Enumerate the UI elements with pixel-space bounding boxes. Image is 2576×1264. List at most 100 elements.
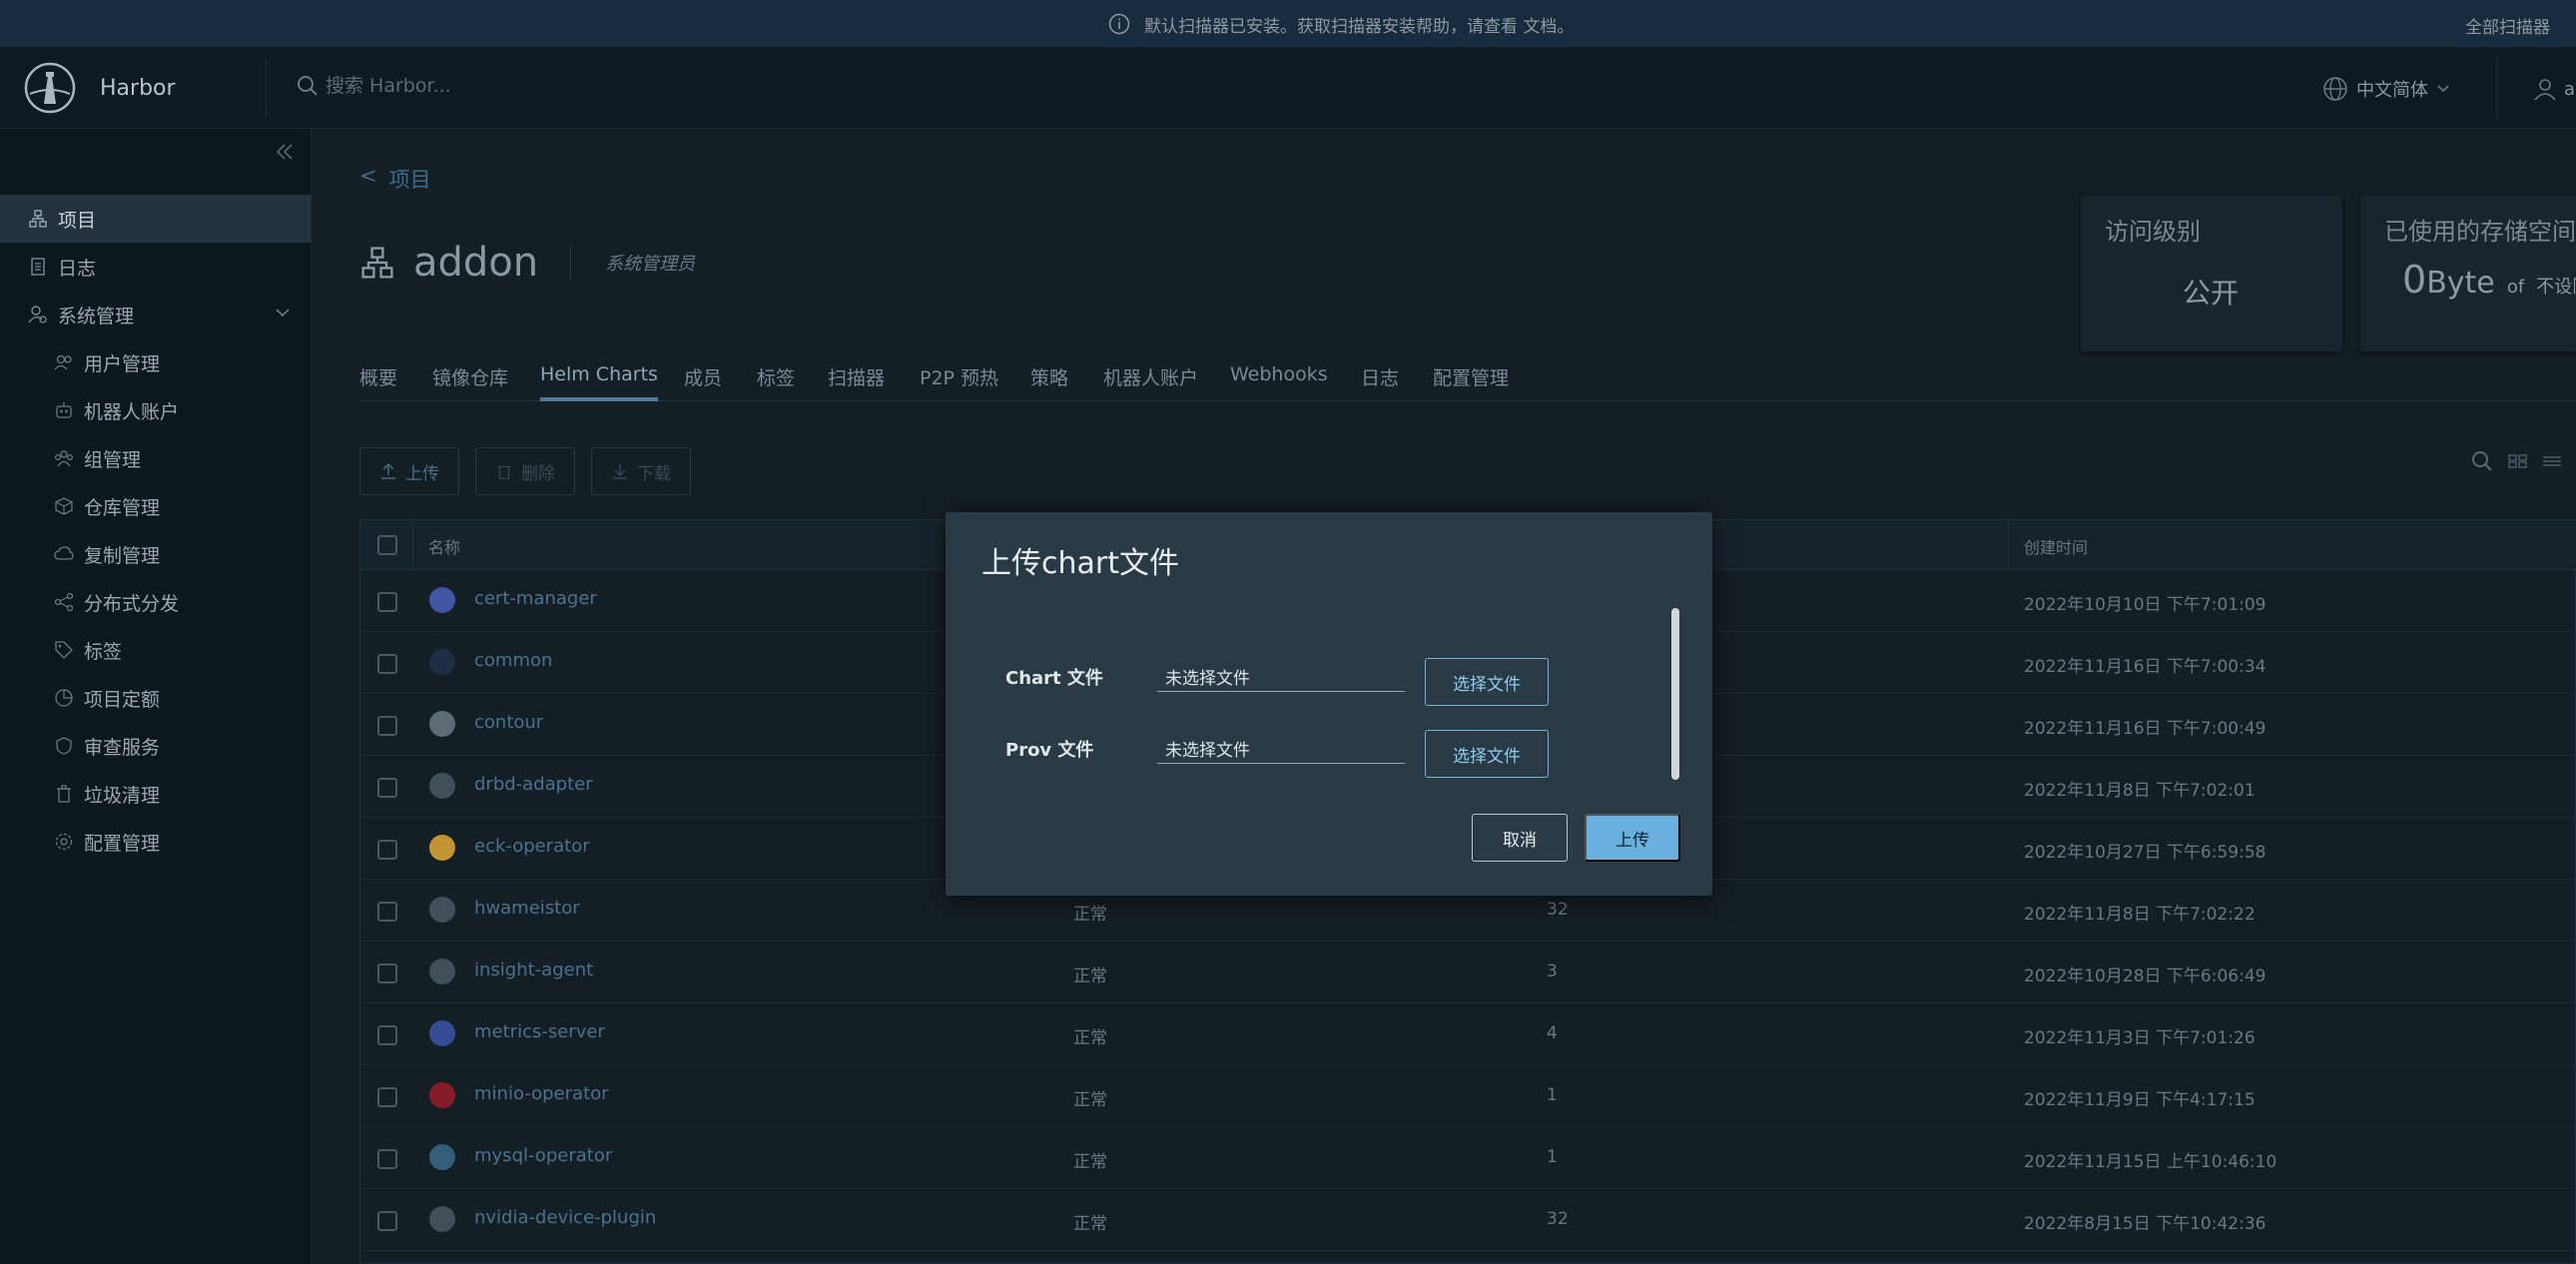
chart-file-field[interactable]: 未选择文件 [1157, 658, 1405, 692]
chart-name[interactable]: metrics-server [474, 1021, 605, 1042]
sidebar-item-label: 分布式分发 [84, 592, 180, 615]
row-checkbox[interactable] [377, 716, 397, 736]
select-all-checkbox[interactable] [377, 535, 397, 555]
list-view-icon[interactable] [2542, 453, 2562, 469]
global-search[interactable] [296, 74, 825, 98]
sidebar-item-gc[interactable]: 垃圾清理 [0, 770, 311, 818]
chart-icon [426, 1017, 458, 1049]
chart-name[interactable]: contour [474, 712, 543, 733]
sidebar-item-groups[interactable]: 组管理 [0, 434, 311, 482]
chart-name[interactable]: cert-manager [474, 588, 597, 609]
trash-icon [495, 462, 513, 480]
tab-p2p[interactable]: P2P 预热 [920, 363, 998, 401]
chart-name[interactable]: common [474, 650, 552, 671]
chart-status: 正常 [1073, 905, 1107, 925]
brand[interactable]: Harbor [24, 62, 176, 114]
chart-name[interactable]: insight-agent [474, 959, 593, 980]
all-scanners-link[interactable]: 全部扫描器 [2465, 13, 2550, 38]
chart-name[interactable]: nvidia-device-plugin [474, 1207, 656, 1228]
row-checkbox[interactable] [377, 1149, 397, 1169]
sidebar-item-logs[interactable]: 日志 [0, 243, 311, 291]
chart-icon [426, 1203, 458, 1235]
sidebar-item-users[interactable]: 用户管理 [0, 338, 311, 386]
top-header: Harbor 中文简体 ad [0, 48, 2576, 128]
chart-name[interactable]: eck-operator [474, 836, 590, 857]
sidebar-item-projects[interactable]: 项目 [0, 195, 311, 243]
sidebar-item-label: 项目 [58, 209, 97, 232]
card-view-icon[interactable] [2508, 453, 2528, 469]
chart-name[interactable]: drbd-adapter [474, 774, 593, 795]
cancel-button[interactable]: 取消 [1472, 814, 1568, 862]
sidebar-item-config[interactable]: 配置管理 [0, 818, 311, 866]
tab-summary[interactable]: 概要 [359, 363, 397, 401]
row-checkbox[interactable] [377, 902, 397, 922]
chart-file-choose-button[interactable]: 选择文件 [1425, 658, 1549, 706]
sidebar-item-interrogation[interactable]: 审查服务 [0, 722, 311, 770]
table-row[interactable]: insight-agent 正常 3 2022年10月28日 下午6:06:49 [360, 942, 2576, 1003]
chart-name[interactable]: mysql-operator [474, 1145, 612, 1166]
tab-config[interactable]: 配置管理 [1433, 363, 1509, 401]
upload-button[interactable]: 上传 [359, 447, 459, 495]
breadcrumb[interactable]: < 项目 [359, 164, 431, 194]
chart-icon [426, 832, 458, 864]
chevron-down-icon [275, 307, 291, 318]
project-icon [28, 209, 48, 229]
tab-logs[interactable]: 日志 [1361, 363, 1399, 401]
divider [570, 245, 572, 281]
chart-icon [426, 1079, 458, 1111]
delete-button[interactable]: 删除 [475, 447, 575, 495]
table-row[interactable]: nvidia-device-plugin 正常 32 2022年8月15日 下午10:… [360, 1189, 2576, 1251]
column-created[interactable]: 创建时间 [2024, 534, 2088, 558]
sidebar-item-distribution[interactable]: 分布式分发 [0, 578, 311, 626]
search-input[interactable] [325, 75, 825, 97]
row-checkbox[interactable] [377, 592, 397, 612]
table-row[interactable]: minio-operator 正常 1 2022年11月9日 下午4:17:15 [360, 1065, 2576, 1127]
download-button[interactable]: 下载 [591, 447, 691, 495]
sidebar-item-robots[interactable]: 机器人账户 [0, 386, 311, 434]
dialog-title: 上传chart文件 [981, 546, 1179, 581]
tab-robots[interactable]: 机器人账户 [1103, 363, 1198, 401]
prov-file-field[interactable]: 未选择文件 [1157, 730, 1405, 764]
log-icon [28, 257, 48, 277]
chart-status: 正常 [1073, 1090, 1107, 1110]
upload-submit-button[interactable]: 上传 [1585, 814, 1680, 862]
chart-name[interactable]: minio-operator [474, 1083, 609, 1104]
row-checkbox[interactable] [377, 963, 397, 983]
chart-created-time: 2022年11月16日 下午7:00:34 [2024, 657, 2266, 677]
chart-icon [426, 955, 458, 987]
row-checkbox[interactable] [377, 654, 397, 674]
tab-webhooks[interactable]: Webhooks [1230, 363, 1328, 401]
sidebar-item-labels[interactable]: 标签 [0, 626, 311, 674]
users-icon [54, 352, 74, 372]
language-label: 中文简体 [2356, 80, 2428, 101]
user-menu[interactable]: ad [2532, 76, 2576, 102]
sidebar-item-quotas[interactable]: 项目定额 [0, 674, 311, 722]
collapse-sidebar-icon[interactable] [274, 141, 296, 163]
row-checkbox[interactable] [377, 840, 397, 860]
row-checkbox[interactable] [377, 1087, 397, 1107]
search-icon[interactable] [2470, 449, 2494, 473]
tab-scanner[interactable]: 扫描器 [828, 363, 885, 401]
tab-labels[interactable]: 标签 [757, 363, 795, 401]
prov-file-choose-button[interactable]: 选择文件 [1425, 730, 1549, 778]
sidebar-item-admin[interactable]: 系统管理 [0, 291, 311, 338]
row-checkbox[interactable] [377, 1211, 397, 1231]
row-checkbox[interactable] [377, 778, 397, 798]
row-checkbox[interactable] [377, 1025, 397, 1045]
chart-icon [426, 584, 458, 616]
sidebar-item-replications[interactable]: 复制管理 [0, 530, 311, 578]
chart-name[interactable]: hwameistor [474, 898, 580, 919]
chart-icon [426, 708, 458, 740]
gear-icon [54, 832, 74, 852]
dialog-scrollbar[interactable] [1671, 608, 1679, 780]
table-row[interactable]: mysql-operator 正常 1 2022年11月15日 上午10:46:10 [360, 1127, 2576, 1189]
tab-helm-charts[interactable]: Helm Charts [540, 363, 658, 401]
tab-policy[interactable]: 策略 [1030, 363, 1068, 401]
table-row[interactable]: metrics-server 正常 4 2022年11月3日 下午7:01:26 [360, 1003, 2576, 1065]
tab-repositories[interactable]: 镜像仓库 [432, 363, 508, 401]
sidebar-item-registries[interactable]: 仓库管理 [0, 482, 311, 530]
project-name: addon [413, 240, 539, 286]
tab-members[interactable]: 成员 [684, 363, 722, 401]
language-selector[interactable]: 中文简体 [2322, 76, 2450, 102]
column-name[interactable]: 名称 [428, 534, 460, 558]
